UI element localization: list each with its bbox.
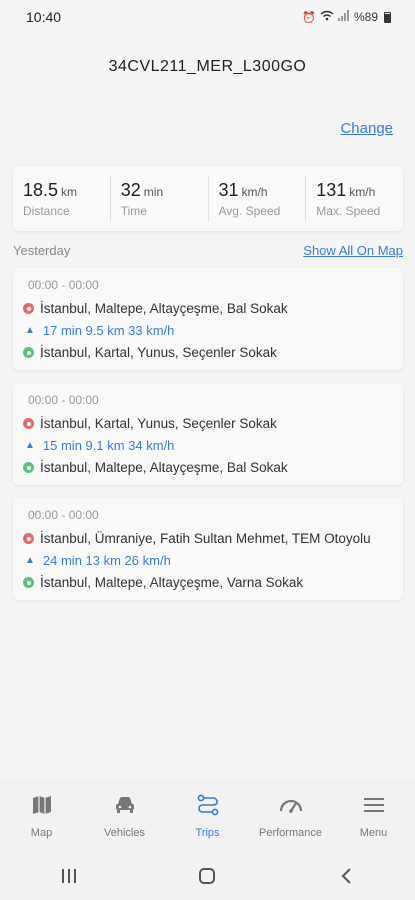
stat-max-speed: 131 km/h Max. Speed xyxy=(306,176,403,222)
stat-value: 32 xyxy=(120,179,141,200)
trip-time: 00:00 - 00:00 xyxy=(28,508,99,522)
car-icon xyxy=(114,791,136,819)
route-arrow-icon: ▲ xyxy=(25,555,35,566)
home-button[interactable] xyxy=(177,856,237,896)
trip-time: 00:00 - 00:00 xyxy=(28,393,99,407)
stat-value: 31 xyxy=(218,179,239,200)
route-arrow-icon: ▲ xyxy=(25,440,35,451)
trip-card[interactable]: 00:00 - 00:00 İstanbul, Maltepe, Altayçe… xyxy=(13,268,403,370)
trip-start-address: İstanbul, Kartal, Yunus, Seçenler Sokak xyxy=(40,416,277,431)
stat-unit: km xyxy=(61,184,78,199)
nav-item-performance[interactable]: Performance xyxy=(249,778,332,852)
menu-icon xyxy=(363,791,384,819)
stat-label: Time xyxy=(120,203,147,218)
trip-start: İstanbul, Kartal, Yunus, Seçenler Sokak xyxy=(23,416,277,431)
trip-meta: 17 min 9.5 km 33 km/h xyxy=(42,323,175,338)
wifi-icon xyxy=(320,10,334,24)
nav-label: Map xyxy=(30,827,53,839)
trip-end-address: İstanbul, Maltepe, Altayçeşme, Bal Sokak xyxy=(40,460,288,475)
trip-start: İstanbul, Maltepe, Altayçeşme, Bal Sokak xyxy=(23,301,288,316)
trip-meta: 24 min 13 km 26 km/h xyxy=(42,553,171,568)
recent-apps-button[interactable] xyxy=(39,856,99,896)
stat-time: 32 min Time xyxy=(111,175,209,222)
trip-time: 00:00 - 00:00 xyxy=(28,278,99,292)
trip-end-address: İstanbul, Kartal, Yunus, Seçenler Sokak xyxy=(40,345,277,360)
trip-card[interactable]: 00:00 - 00:00 İstanbul, Kartal, Yunus, S… xyxy=(13,383,403,485)
back-button[interactable] xyxy=(316,856,376,896)
recent-apps-icon xyxy=(62,869,77,883)
trip-start-address: İstanbul, Ümraniye, Fatih Sultan Mehmet,… xyxy=(40,531,371,546)
start-pin-icon xyxy=(23,418,34,429)
battery-percent: %89 xyxy=(353,10,378,24)
show-all-on-map-link[interactable]: Show All On Map xyxy=(303,243,403,258)
stat-label: Max. Speed xyxy=(316,203,381,218)
stat-unit: km/h xyxy=(241,184,268,199)
trip-end: İstanbul, Kartal, Yunus, Seçenler Sokak xyxy=(23,345,277,360)
change-vehicle-link[interactable]: Change xyxy=(340,120,393,137)
map-icon xyxy=(31,791,53,819)
stat-unit: min xyxy=(143,184,164,199)
end-pin-icon xyxy=(23,577,34,588)
trip-summary-card: 18.5 km Distance 32 min Time 31 km/h Avg. S… xyxy=(13,166,403,231)
status-bar: 10:40 ⏰ %89 xyxy=(0,0,415,34)
trip-start: İstanbul, Ümraniye, Fatih Sultan Mehmet,… xyxy=(23,531,371,546)
nav-label: Vehicles xyxy=(104,827,145,839)
signal-icon xyxy=(337,10,350,24)
status-time: 10:40 xyxy=(26,9,62,25)
trip-details: ▲ 17 min 9.5 km 33 km/h xyxy=(23,323,174,338)
back-icon xyxy=(341,868,351,884)
home-icon xyxy=(199,868,216,884)
stat-value: 131 xyxy=(316,179,347,200)
stat-label: Distance xyxy=(23,203,70,218)
trip-end: İstanbul, Maltepe, Altayçeşme, Bal Sokak xyxy=(23,460,288,475)
nav-label: Performance xyxy=(259,827,322,839)
route-icon xyxy=(196,791,220,819)
nav-item-menu[interactable]: Menu xyxy=(332,778,415,852)
stat-avg-speed: 31 km/h Avg. Speed xyxy=(209,175,307,222)
system-nav-bar xyxy=(0,852,415,900)
speedometer-icon xyxy=(279,791,303,819)
status-icons: ⏰ %89 xyxy=(302,10,391,24)
alarm-icon: ⏰ xyxy=(302,11,316,24)
trip-details: ▲ 15 min 9.1 km 34 km/h xyxy=(23,438,174,453)
nav-item-map[interactable]: Map xyxy=(0,778,83,852)
trip-meta: 15 min 9.1 km 34 km/h xyxy=(42,438,175,453)
end-pin-icon xyxy=(23,462,34,473)
trip-start-address: İstanbul, Maltepe, Altayçeşme, Bal Sokak xyxy=(40,301,288,316)
nav-label: Menu xyxy=(359,827,388,839)
start-pin-icon xyxy=(23,303,34,314)
stat-distance: 18.5 km Distance xyxy=(13,175,111,222)
stat-unit: km/h xyxy=(349,184,376,199)
end-pin-icon xyxy=(23,347,34,358)
section-title: Yesterday xyxy=(13,243,71,258)
trip-end: İstanbul, Maltepe, Altayçeşme, Varna Sok… xyxy=(23,575,303,590)
vehicle-title: 34CVL211_MER_L300GO xyxy=(108,58,307,75)
start-pin-icon xyxy=(23,533,34,544)
battery-icon xyxy=(384,11,391,23)
stat-value: 18.5 xyxy=(23,179,59,200)
nav-item-trips[interactable]: Trips xyxy=(166,778,249,852)
nav-label: Trips xyxy=(195,827,220,839)
section-header: Yesterday Show All On Map xyxy=(13,243,403,258)
trip-card[interactable]: 00:00 - 00:00 İstanbul, Ümraniye, Fatih … xyxy=(13,498,403,600)
trip-end-address: İstanbul, Maltepe, Altayçeşme, Varna Sok… xyxy=(40,575,304,590)
stat-label: Avg. Speed xyxy=(218,203,281,218)
bottom-nav: Map Vehicles Trips Performance Menu xyxy=(0,778,415,852)
route-arrow-icon: ▲ xyxy=(25,325,35,336)
trip-details: ▲ 24 min 13 km 26 km/h xyxy=(23,553,171,568)
nav-item-vehicles[interactable]: Vehicles xyxy=(83,778,166,852)
